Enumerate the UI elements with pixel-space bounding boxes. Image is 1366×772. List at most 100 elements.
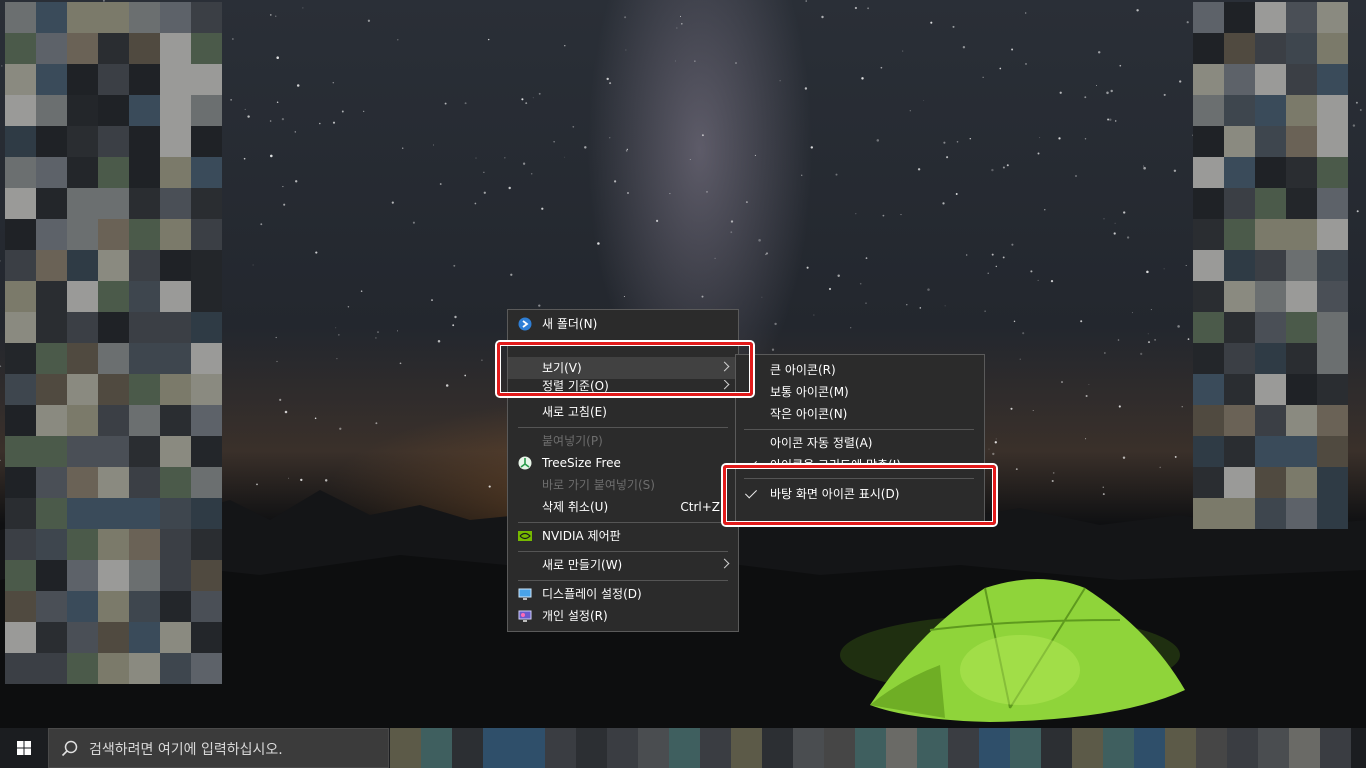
taskbar-app-tile[interactable] bbox=[1320, 728, 1351, 768]
blurred-icon-tile bbox=[1286, 467, 1317, 498]
blurred-icon-tile bbox=[129, 126, 160, 157]
blurred-icon-tile bbox=[67, 157, 98, 188]
blurred-icon-tile bbox=[191, 560, 222, 591]
taskbar-app-tile[interactable] bbox=[762, 728, 793, 768]
blurred-icon-tile bbox=[191, 622, 222, 653]
blurred-icon-tile bbox=[191, 436, 222, 467]
blurred-icon-tile bbox=[191, 374, 222, 405]
blurred-icon-tile bbox=[36, 498, 67, 529]
blurred-icon-tile bbox=[129, 653, 160, 684]
blurred-icon-tile bbox=[1224, 436, 1255, 467]
taskbar-app-tile[interactable] bbox=[824, 728, 855, 768]
blurred-icon-tile bbox=[191, 281, 222, 312]
menu-separator bbox=[518, 551, 728, 552]
taskbar-app-tile[interactable] bbox=[700, 728, 731, 768]
taskbar-app-tile[interactable] bbox=[1072, 728, 1103, 768]
menu-item-treesize[interactable]: TreeSize Free bbox=[508, 452, 738, 474]
blurred-icon-tile bbox=[98, 436, 129, 467]
blurred-icon-tile bbox=[1286, 250, 1317, 281]
blurred-icon-tile bbox=[1317, 219, 1348, 250]
blurred-icon-tile bbox=[36, 312, 67, 343]
taskbar-search-box[interactable]: 검색하려면 여기에 입력하십시오. bbox=[48, 728, 389, 768]
blurred-icon-tile bbox=[1286, 498, 1317, 529]
taskbar-app-tile[interactable] bbox=[1258, 728, 1289, 768]
menu-item-new[interactable]: 새로 만들기(W) bbox=[508, 554, 738, 576]
blurred-icon-tile bbox=[191, 250, 222, 281]
start-button[interactable] bbox=[0, 728, 48, 768]
taskbar-app-tile[interactable] bbox=[1103, 728, 1134, 768]
taskbar-app-tile[interactable] bbox=[886, 728, 917, 768]
menu-item-display-settings[interactable]: 디스플레이 설정(D) bbox=[508, 583, 738, 605]
taskbar-app-tile[interactable] bbox=[948, 728, 979, 768]
taskbar-app-tile[interactable] bbox=[917, 728, 948, 768]
menu-item-undo-delete[interactable]: 삭제 취소(U) Ctrl+Z bbox=[508, 496, 738, 518]
blurred-icon-tile bbox=[1286, 157, 1317, 188]
blurred-icon-tile bbox=[191, 343, 222, 374]
taskbar-app-tile[interactable] bbox=[452, 728, 483, 768]
blurred-icon-tile bbox=[129, 343, 160, 374]
taskbar-app-tile[interactable] bbox=[483, 728, 514, 768]
submenu-item-small-icons[interactable]: 작은 아이콘(N) bbox=[736, 403, 984, 425]
blurred-icon-tile bbox=[5, 33, 36, 64]
menu-item-nvidia-control-panel[interactable]: NVIDIA 제어판 bbox=[508, 525, 738, 547]
blurred-icon-tile bbox=[129, 436, 160, 467]
blurred-icon-tile bbox=[67, 374, 98, 405]
menu-item-personalize[interactable]: 개인 설정(R) bbox=[508, 605, 738, 627]
blurred-icon-tile bbox=[98, 622, 129, 653]
menu-item-paste[interactable]: 붙여넣기(P) bbox=[508, 430, 738, 452]
menu-item-refresh[interactable]: 새로 고침(E) bbox=[508, 401, 738, 423]
blurred-icon-tile bbox=[129, 157, 160, 188]
taskbar-app-tile[interactable] bbox=[1041, 728, 1072, 768]
blurred-icon-tile bbox=[1317, 436, 1348, 467]
blurred-icon-tile bbox=[160, 498, 191, 529]
submenu-item-medium-icons[interactable]: 보통 아이콘(M) bbox=[736, 381, 984, 403]
blurred-icon-tile bbox=[5, 436, 36, 467]
taskbar-app-tile[interactable] bbox=[576, 728, 607, 768]
taskbar-app-tile[interactable] bbox=[390, 728, 421, 768]
taskbar-app-tile[interactable] bbox=[669, 728, 700, 768]
blurred-icon-tile bbox=[1317, 343, 1348, 374]
blurred-icon-tile bbox=[1193, 405, 1224, 436]
blurred-icon-tile bbox=[1224, 33, 1255, 64]
menu-item-paste-shortcut[interactable]: 바로 가기 붙여넣기(S) bbox=[508, 474, 738, 496]
blurred-icon-tile bbox=[129, 591, 160, 622]
blurred-icon-tile bbox=[5, 405, 36, 436]
blurred-icon-tile bbox=[160, 250, 191, 281]
taskbar-app-tile[interactable] bbox=[731, 728, 762, 768]
submenu-item-large-icons[interactable]: 큰 아이콘(R) bbox=[736, 359, 984, 381]
blurred-icon-tile bbox=[160, 157, 191, 188]
blurred-icon-tile bbox=[5, 653, 36, 684]
blurred-icon-tile bbox=[1286, 312, 1317, 343]
blurred-icon-tile bbox=[129, 560, 160, 591]
menu-item-new-folder[interactable]: 새 폴더(N) bbox=[508, 313, 738, 335]
taskbar-app-tile[interactable] bbox=[421, 728, 452, 768]
taskbar-app-tile[interactable] bbox=[1010, 728, 1041, 768]
blurred-icon-tile bbox=[36, 33, 67, 64]
blurred-icon-tile bbox=[1224, 281, 1255, 312]
blurred-icon-tile bbox=[67, 653, 98, 684]
blurred-icon-tile bbox=[1255, 188, 1286, 219]
blurred-icon-tile bbox=[36, 622, 67, 653]
taskbar-app-tile[interactable] bbox=[607, 728, 638, 768]
taskbar-app-tile[interactable] bbox=[1227, 728, 1258, 768]
taskbar-app-tile[interactable] bbox=[1196, 728, 1227, 768]
taskbar-app-tile[interactable] bbox=[514, 728, 545, 768]
blurred-icon-tile bbox=[1193, 2, 1224, 33]
blurred-icon-tile bbox=[98, 374, 129, 405]
taskbar-app-tile[interactable] bbox=[1134, 728, 1165, 768]
blurred-icon-tile bbox=[36, 653, 67, 684]
submenu-item-auto-arrange[interactable]: 아이콘 자동 정렬(A) bbox=[736, 432, 984, 454]
search-icon bbox=[61, 740, 78, 757]
blurred-icon-tile bbox=[129, 467, 160, 498]
taskbar-app-tile[interactable] bbox=[638, 728, 669, 768]
taskbar-app-tile[interactable] bbox=[1289, 728, 1320, 768]
blurred-icon-tile bbox=[98, 343, 129, 374]
taskbar-app-tile[interactable] bbox=[979, 728, 1010, 768]
taskbar-app-tile[interactable] bbox=[855, 728, 886, 768]
taskbar-app-tile[interactable] bbox=[545, 728, 576, 768]
blurred-icon-tile bbox=[1317, 188, 1348, 219]
blurred-icon-tile bbox=[160, 529, 191, 560]
blurred-icon-tile bbox=[36, 188, 67, 219]
taskbar-app-tile[interactable] bbox=[1165, 728, 1196, 768]
taskbar-app-tile[interactable] bbox=[793, 728, 824, 768]
